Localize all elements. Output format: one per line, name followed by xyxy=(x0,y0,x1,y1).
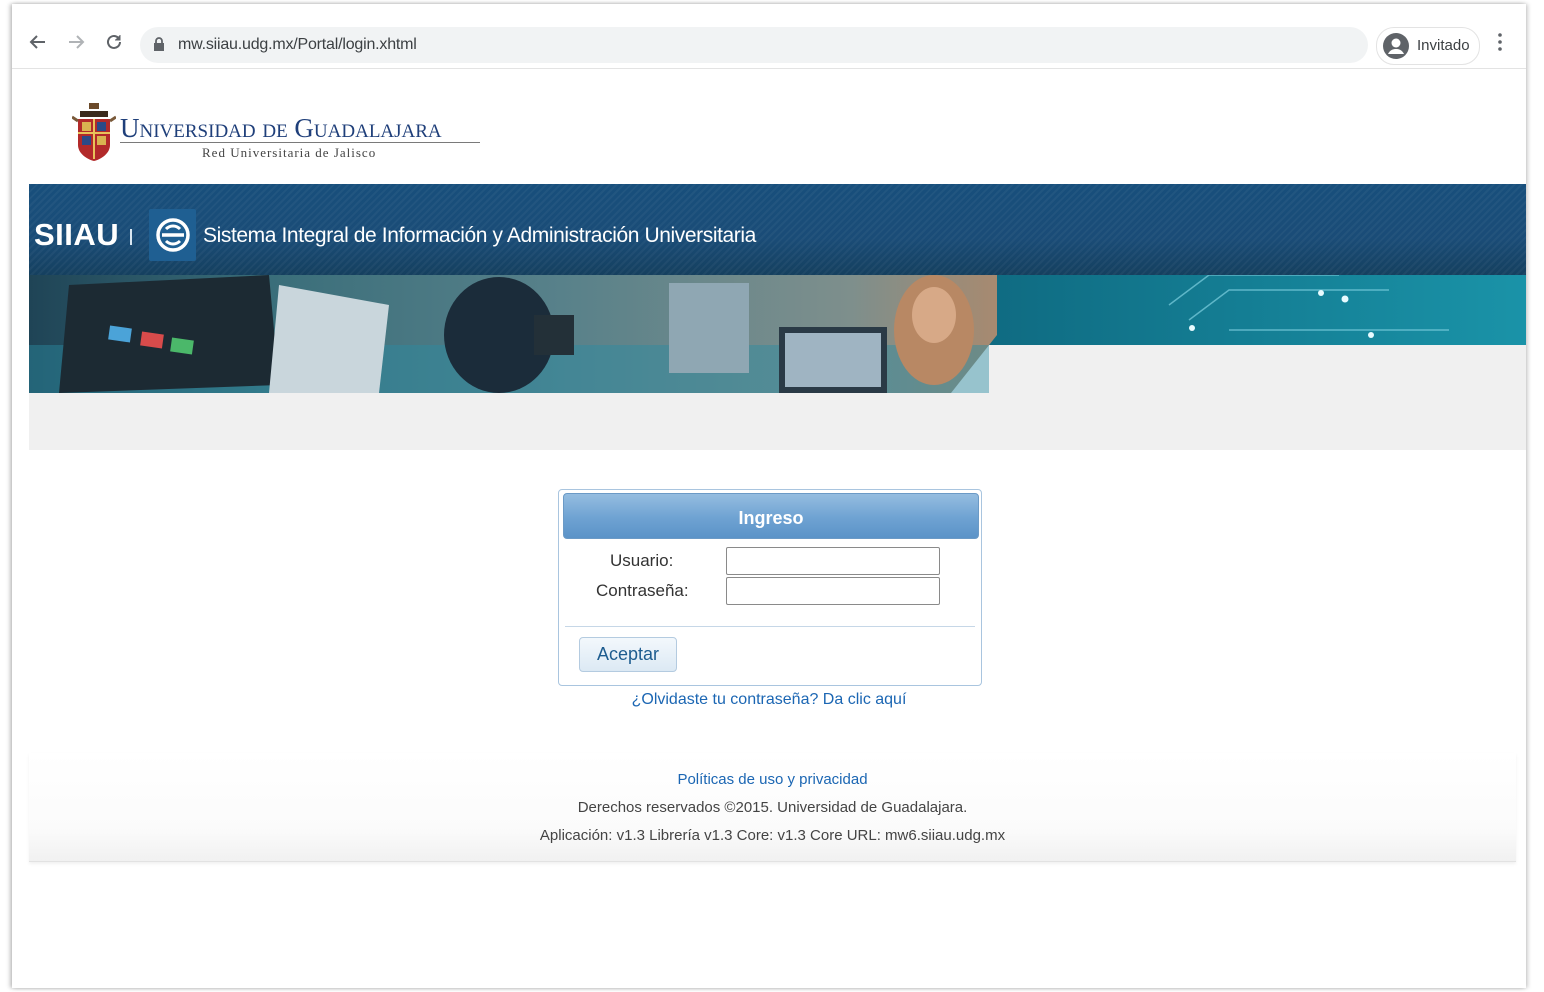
password-input[interactable] xyxy=(726,577,940,605)
page-footer: Políticas de uso y privacidad Derechos r… xyxy=(29,753,1516,862)
lock-icon xyxy=(154,37,164,51)
hero-banner-image xyxy=(29,275,1526,450)
url-text: mw.siiau.udg.mx/Portal/login.xhtml xyxy=(178,36,417,53)
forward-button[interactable] xyxy=(62,28,90,56)
siiau-emblem-icon xyxy=(149,209,196,261)
accept-button[interactable]: Aceptar xyxy=(579,637,677,672)
login-divider xyxy=(565,626,975,627)
siiau-banner: SIIAU Sistema Integral de Información y … xyxy=(29,184,1526,275)
browser-window: mw.siiau.udg.mx/Portal/login.xhtml Invit… xyxy=(12,4,1526,988)
browser-toolbar: mw.siiau.udg.mx/Portal/login.xhtml Invit… xyxy=(12,4,1526,69)
version-info-text: Aplicación: v1.3 Librería v1.3 Core: v1.… xyxy=(539,827,1006,844)
profile-label: Invitado xyxy=(1417,37,1470,54)
username-input[interactable] xyxy=(726,547,940,575)
forgot-password-link[interactable]: ¿Olvidaste tu contraseña? Da clic aquí xyxy=(558,691,980,709)
university-subtitle: Red Universitaria de Jalisco xyxy=(202,145,377,160)
reload-button[interactable] xyxy=(100,28,128,56)
logo-divider xyxy=(120,142,480,143)
login-header: Ingreso xyxy=(563,493,979,539)
siiau-brand: SIIAU xyxy=(34,217,120,252)
profile-button[interactable]: Invitado xyxy=(1376,27,1480,65)
university-name: Universidad de Guadalajara xyxy=(120,113,442,143)
back-arrow-icon xyxy=(29,35,45,49)
login-panel: Ingreso Usuario: Contraseña: Aceptar xyxy=(558,489,982,686)
system-title: Sistema Integral de Información y Admini… xyxy=(203,224,756,247)
address-bar[interactable]: mw.siiau.udg.mx/Portal/login.xhtml xyxy=(140,27,1368,63)
privacy-policy-link[interactable]: Políticas de uso y privacidad xyxy=(677,771,867,788)
page-content: Universidad de Guadalajara Red Universit… xyxy=(12,69,1526,988)
footer-policy-row: Políticas de uso y privacidad xyxy=(29,771,1516,788)
avatar-icon xyxy=(1383,33,1409,59)
copyright-text: Derechos reservados ©2015. Universidad d… xyxy=(577,799,968,816)
username-label: Usuario: xyxy=(610,551,674,570)
login-title: Ingreso xyxy=(738,508,804,528)
reload-icon xyxy=(107,34,121,49)
university-crest-icon xyxy=(71,103,117,168)
password-label: Contraseña: xyxy=(596,581,689,600)
browser-menu-button[interactable] xyxy=(1490,32,1510,60)
banner-divider xyxy=(130,229,132,245)
forward-arrow-icon xyxy=(69,35,85,49)
kebab-menu-icon xyxy=(1498,33,1502,51)
back-button[interactable] xyxy=(24,28,52,56)
